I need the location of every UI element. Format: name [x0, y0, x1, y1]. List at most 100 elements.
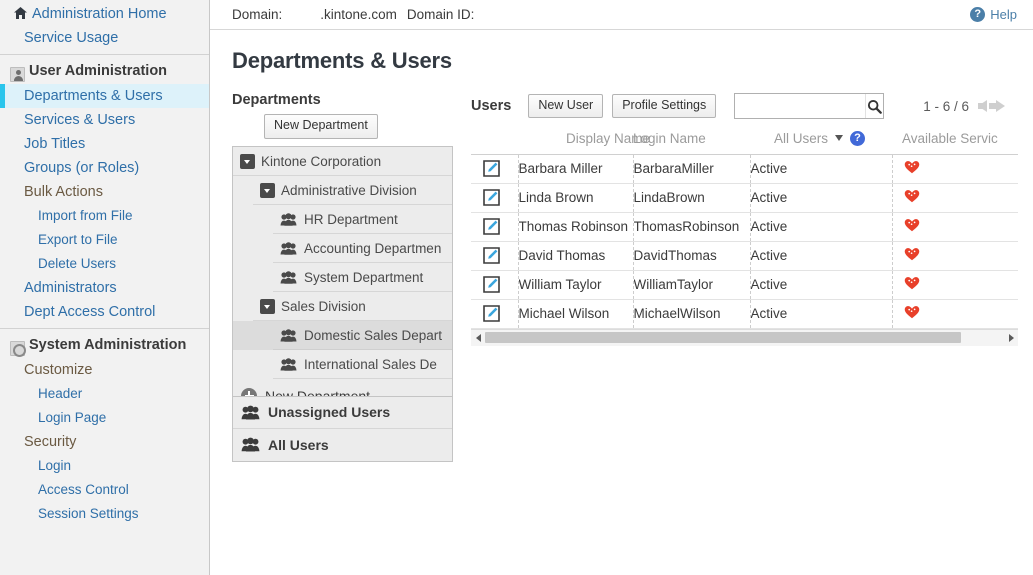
tree-node-international-sales-department[interactable]: International Sales De [233, 350, 452, 379]
edit-pencil-icon[interactable] [483, 247, 500, 264]
chevron-down-icon[interactable] [835, 135, 844, 142]
profile-settings-button[interactable]: Profile Settings [612, 93, 717, 119]
caret-down-icon[interactable] [240, 153, 255, 169]
sidebar-item-job-titles[interactable]: Job Titles [0, 132, 209, 156]
tree-node-accounting-department[interactable]: Accounting Departmen [233, 234, 452, 263]
caret-down-icon[interactable] [260, 298, 275, 314]
cell-display-name: Michael Wilson [518, 299, 634, 329]
column-header-available-services: Available Servic [902, 130, 998, 146]
department-tree: Kintone Corporation Administrative Divis… [232, 145, 453, 397]
sidebar-item-label: Groups (or Roles) [24, 160, 140, 176]
sidebar-item-label: Import from File [38, 208, 133, 223]
cell-edit[interactable] [471, 154, 519, 184]
tree-node-label: HR Department [304, 211, 398, 227]
cell-login-name: MichaelWilson [633, 299, 751, 329]
domain-label: Domain: [232, 7, 283, 22]
column-header-login-name[interactable]: Login Name [633, 130, 750, 154]
sidebar-item-dept-access-control[interactable]: Dept Access Control [0, 300, 209, 324]
sidebar-item-login-page[interactable]: Login Page [0, 406, 209, 430]
question-mark-icon[interactable]: ? [850, 130, 866, 146]
sidebar-item-bulk-actions[interactable]: Bulk Actions [0, 180, 209, 204]
scroll-left-icon[interactable] [471, 333, 485, 342]
scrollbar-thumb[interactable] [485, 332, 961, 343]
sidebar-item-security[interactable]: Security [0, 430, 209, 454]
sidebar-item-administration-home[interactable]: Administration Home [0, 2, 209, 26]
sidebar-divider-2 [0, 328, 209, 329]
column-header-edit [471, 130, 518, 154]
sidebar: Administration Home Service Usage User A… [0, 0, 210, 575]
sidebar-item-access-control[interactable]: Access Control [0, 478, 209, 502]
edit-pencil-icon[interactable] [483, 160, 500, 177]
tree-node-domestic-sales-department[interactable]: Domestic Sales Depart [233, 320, 452, 350]
tree-node-administrative-division[interactable]: Administrative Division [233, 176, 452, 205]
tree-node-hr-department[interactable]: HR Department [233, 205, 452, 234]
group-icon [280, 242, 297, 255]
scroll-right-icon[interactable] [1004, 333, 1018, 342]
question-mark-icon: ? [970, 7, 986, 22]
sidebar-item-export-to-file[interactable]: Export to File [0, 228, 209, 252]
tree-add-department-row[interactable]: New Department [233, 379, 452, 397]
caret-down-icon[interactable] [260, 182, 275, 198]
kintone-heart-icon [904, 305, 1019, 322]
content-area: Departments New Department Kintone Corpo… [210, 74, 1033, 462]
arrow-right-icon[interactable] [989, 100, 1006, 112]
tree-footer-all-users[interactable]: All Users [233, 429, 452, 461]
cell-edit[interactable] [471, 241, 519, 271]
sidebar-item-customize[interactable]: Customize [0, 358, 209, 382]
users-table-wrapper: Display Name Login Name All Users ? Avai… [471, 130, 1018, 346]
sidebar-item-header[interactable]: Header [0, 382, 209, 406]
search-input[interactable] [735, 94, 865, 118]
cell-display-name: Thomas Robinson [518, 212, 634, 242]
sidebar-item-services-and-users[interactable]: Services & Users [0, 108, 209, 132]
tree-node-sales-division[interactable]: Sales Division [233, 292, 452, 321]
table-row[interactable]: David Thomas DavidThomas Active [471, 241, 1018, 271]
help-link[interactable]: ? Help [970, 0, 1017, 29]
tree-footer-unassigned-users[interactable]: Unassigned Users [233, 397, 452, 429]
cell-login-name: DavidThomas [633, 241, 751, 271]
new-department-button[interactable]: New Department [264, 114, 378, 139]
table-row[interactable]: Linda Brown LindaBrown Active [471, 183, 1018, 213]
sidebar-item-import-from-file[interactable]: Import from File [0, 204, 209, 228]
column-header-status-filter: All Users ? [750, 130, 892, 154]
cell-status: Active [750, 299, 893, 329]
sidebar-item-departments-and-users[interactable]: Departments & Users [0, 84, 209, 108]
new-user-button[interactable]: New User [528, 93, 604, 119]
cell-available-services [892, 212, 1018, 242]
status-filter-label[interactable]: All Users [774, 131, 828, 146]
sidebar-item-administrators[interactable]: Administrators [0, 276, 209, 300]
sidebar-item-service-usage[interactable]: Service Usage [0, 26, 209, 50]
edit-pencil-icon[interactable] [483, 276, 500, 293]
users-heading: Users [471, 98, 512, 114]
horizontal-scrollbar[interactable] [471, 328, 1018, 346]
domain-value: .kintone.com [320, 7, 397, 22]
kintone-heart-icon [904, 160, 1019, 177]
plus-circle-icon [241, 387, 257, 396]
tree-node-kintone-corporation[interactable]: Kintone Corporation [233, 147, 452, 176]
sidebar-item-groups-or-roles[interactable]: Groups (or Roles) [0, 156, 209, 180]
sidebar-item-label: Departments & Users [24, 88, 163, 104]
edit-pencil-icon[interactable] [483, 218, 500, 235]
sidebar-item-label: Customize [24, 362, 93, 378]
sidebar-item-login[interactable]: Login [0, 454, 209, 478]
search-icon[interactable] [864, 94, 884, 118]
sidebar-item-session-settings[interactable]: Session Settings [0, 502, 209, 526]
table-row[interactable]: Michael Wilson MichaelWilson Active [471, 299, 1019, 329]
table-row[interactable]: William Taylor WilliamTaylor Active [471, 270, 1018, 300]
users-table-head: Display Name Login Name All Users ? Avai… [471, 130, 1018, 154]
arrow-left-icon[interactable] [978, 100, 988, 112]
sidebar-item-label: Administrators [24, 280, 117, 296]
cell-edit[interactable] [471, 183, 519, 213]
cell-edit[interactable] [471, 299, 519, 329]
tree-footer-label: Unassigned Users [268, 404, 391, 421]
cell-edit[interactable] [471, 270, 519, 300]
tree-add-department-label: New Department [265, 387, 371, 397]
sidebar-item-delete-users[interactable]: Delete Users [0, 252, 209, 276]
cell-edit[interactable] [471, 212, 519, 242]
tree-node-system-department[interactable]: System Department [233, 263, 452, 292]
table-row[interactable]: Barbara Miller BarbaraMiller Active [471, 154, 1019, 184]
edit-pencil-icon[interactable] [483, 305, 500, 322]
edit-pencil-icon[interactable] [483, 189, 500, 206]
column-header-display-name[interactable]: Display Name [518, 130, 650, 154]
table-row[interactable]: Thomas Robinson ThomasRobinson Active [471, 212, 1018, 242]
tree-node-label: International Sales De [304, 356, 437, 372]
